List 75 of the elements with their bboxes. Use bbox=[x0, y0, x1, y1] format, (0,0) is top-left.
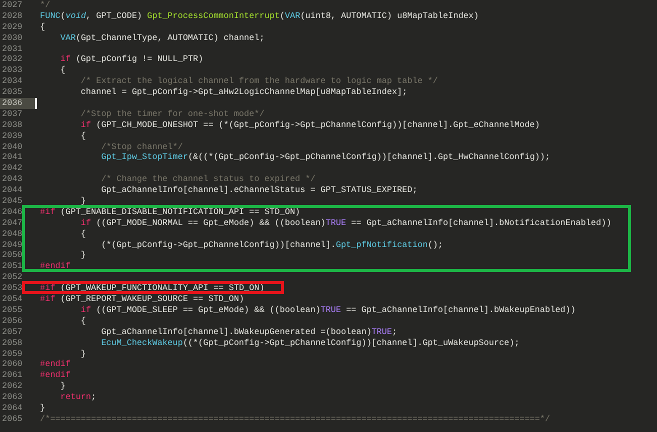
line-number: 2060 bbox=[1, 359, 24, 370]
code-line: if ((GPT_MODE_NORMAL == Gpt_eMode) && ((boolean)TRUE == Gpt_aChannelInfo[channel].bNotificationEnabled)) bbox=[80, 218, 612, 229]
line-number: 2034 bbox=[1, 76, 24, 88]
code-line: (*(Gpt_pConfig->Gpt_pChannelConfig))[channel].Gpt_pfNotification(); bbox=[100, 240, 443, 250]
code-line: } bbox=[59, 381, 66, 392]
line-number: 2041 bbox=[1, 152, 24, 164]
line-number: 2062 bbox=[1, 381, 24, 392]
code-line: /* Extract the logical channel from the hardware to logic map table */ bbox=[80, 76, 438, 88]
code-line: Gpt_Ipw_StopTimer(&((*(Gpt_pConfig->Gpt_pChannelConfig))[channel].Gpt_HwChannelConfig)); bbox=[100, 152, 550, 164]
line-number: 2048 bbox=[1, 228, 24, 240]
line-number: 2056 bbox=[1, 316, 24, 327]
code-line: #if (GPT_WAKEUP_FUNCTIONALITY_API == STD_ON) bbox=[40, 283, 264, 294]
line-number: 2049 bbox=[1, 240, 24, 250]
code-line: #endif bbox=[40, 261, 71, 272]
code-line: } bbox=[80, 250, 86, 262]
line-number: 2031 bbox=[1, 44, 24, 54]
code-line: { bbox=[80, 130, 86, 142]
code-line: { bbox=[40, 22, 46, 33]
line-number: 2055 bbox=[1, 304, 24, 316]
code-line: #endif bbox=[40, 359, 71, 370]
code-line: if (Gpt_pConfig != NULL_PTR) bbox=[59, 54, 204, 66]
code-line: channel = Gpt_pConfig->Gpt_aHw2LogicChannelMap[u8MapTableIndex]; bbox=[80, 87, 408, 98]
code-line: return; bbox=[59, 392, 96, 403]
line-number: 2057 bbox=[1, 326, 24, 338]
line-number: 2028 bbox=[1, 10, 24, 22]
line-number: 2027 bbox=[1, 0, 24, 11]
code-line: /*Stop channel*/ bbox=[100, 142, 183, 152]
line-number: 2047 bbox=[1, 218, 24, 229]
line-number: 2035 bbox=[1, 87, 24, 98]
code-line: Gpt_aChannelInfo[channel].bWakeupGenerated =(boolean)TRUE; bbox=[100, 326, 398, 338]
line-number: 2059 bbox=[1, 348, 24, 360]
line-number: 2033 bbox=[1, 65, 24, 76]
line-number: 2064 bbox=[1, 402, 24, 414]
line-number: 2058 bbox=[1, 338, 24, 348]
code-line: { bbox=[59, 65, 66, 76]
code-line: /*================================================================================================*/ bbox=[40, 414, 550, 425]
code-line: */ bbox=[40, 0, 50, 11]
line-number: 2061 bbox=[1, 370, 24, 382]
code-line: #if (GPT_REPORT_WAKEUP_SOURCE == STD_ON) bbox=[40, 294, 244, 305]
code-line: if (GPT_CH_MODE_ONESHOT == (*(Gpt_pConfig->Gpt_pChannelConfig))[channel].Gpt_eChannelMode) bbox=[80, 120, 540, 131]
line-number: 2036 bbox=[0, 98, 35, 109]
line-number: 2039 bbox=[1, 130, 24, 142]
line-number: 2038 bbox=[1, 120, 24, 131]
line-number: 2032 bbox=[1, 54, 24, 66]
code-line: Gpt_aChannelInfo[channel].eChannelStatus = GPT_STATUS_EXPIRED; bbox=[100, 185, 418, 196]
code-line: if ((GPT_MODE_SLEEP == Gpt_eMode) && ((boolean)TRUE == Gpt_aChannelInfo[channel].bWakeupEnabled)) bbox=[80, 304, 576, 316]
code-line: } bbox=[40, 402, 46, 414]
line-number: 2065 bbox=[1, 414, 24, 425]
code-line: #if (GPT_ENABLE_DISABLE_NOTIFICATION_API == STD_ON) bbox=[40, 206, 300, 218]
line-number: 2051 bbox=[1, 261, 24, 272]
line-number: 2044 bbox=[1, 185, 24, 196]
code-line: /* Change the channel status to expired */ bbox=[100, 174, 316, 186]
code-line: } bbox=[80, 196, 86, 207]
code-line: /*Stop the timer for one-shot mode*/ bbox=[80, 108, 264, 120]
line-number: 2063 bbox=[1, 392, 24, 403]
code-line: FUNC(void, GPT_CODE) Gpt_ProcessCommonInterrupt(VAR(uint8, AUTOMATIC) u8MapTableIndex) bbox=[40, 10, 479, 22]
line-number: 2045 bbox=[1, 196, 24, 207]
line-number: 2030 bbox=[1, 32, 24, 44]
line-number: 2054 bbox=[1, 294, 24, 305]
line-number: 2043 bbox=[1, 174, 24, 186]
line-number: 2052 bbox=[1, 272, 24, 284]
line-number: 2046 bbox=[1, 206, 24, 218]
code-line: #endif bbox=[40, 370, 71, 382]
text-cursor bbox=[35, 98, 37, 109]
code-line: } bbox=[80, 348, 86, 360]
code-line: { bbox=[80, 228, 86, 240]
code-line: EcuM_CheckWakeup((*(Gpt_pConfig->Gpt_pChannelConfig))[channel].Gpt_uWakeupSource); bbox=[100, 338, 520, 348]
line-number: 2029 bbox=[1, 22, 24, 33]
code-line: { bbox=[80, 316, 86, 327]
line-number: 2040 bbox=[1, 142, 24, 152]
line-number: 2050 bbox=[1, 250, 24, 262]
line-number: 2053 bbox=[1, 283, 24, 294]
line-number: 2042 bbox=[1, 163, 24, 174]
code-line: VAR(Gpt_ChannelType, AUTOMATIC) channel; bbox=[59, 32, 264, 44]
line-number: 2037 bbox=[1, 108, 24, 120]
